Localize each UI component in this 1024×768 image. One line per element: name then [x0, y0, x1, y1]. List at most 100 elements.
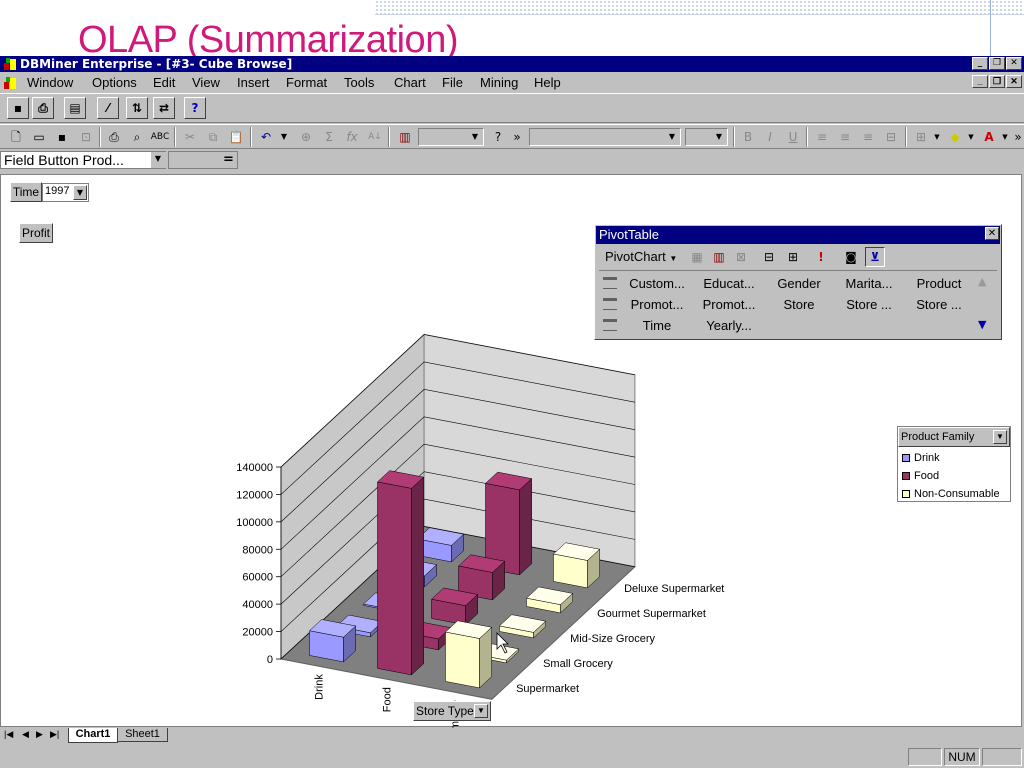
chevron-down-icon[interactable]: ▼ — [474, 704, 488, 718]
menu-view[interactable]: View — [192, 73, 220, 92]
function-icon[interactable]: fx — [342, 127, 362, 147]
undo-icon[interactable]: ↶ — [256, 127, 276, 147]
pivot-field-button[interactable]: Gender — [767, 276, 831, 292]
spelling-icon[interactable]: ABC — [150, 127, 170, 147]
minimize-button[interactable]: _ — [972, 57, 988, 70]
merge-icon[interactable]: ⊟ — [881, 127, 901, 147]
font-size-combo[interactable]: ▼ — [685, 128, 728, 146]
page-field-dropdown[interactable]: 1997 ▼ — [42, 183, 89, 202]
doc-close-button[interactable]: ✕ — [1006, 75, 1022, 88]
menu-edit[interactable]: Edit — [153, 73, 175, 92]
menu-format[interactable]: Format — [286, 73, 327, 92]
align-left-icon[interactable]: ≡ — [812, 127, 832, 147]
pivot-field-button[interactable]: Promot... — [697, 297, 761, 313]
autosum-icon[interactable]: Σ — [319, 127, 339, 147]
wizard-icon[interactable]: ⊠ — [731, 247, 751, 267]
doc-minimize-button[interactable]: _ — [972, 75, 988, 88]
italic-icon[interactable]: I — [760, 127, 780, 147]
hide-detail-icon[interactable]: ⊟ — [759, 247, 779, 267]
new-icon[interactable]: 🗋 — [6, 127, 26, 147]
chevron-down-icon[interactable]: ▼ — [274, 127, 294, 147]
chevron-down-icon[interactable]: ▼ — [927, 127, 947, 147]
format-report-icon[interactable]: ▦ — [687, 247, 707, 267]
copy-icon[interactable]: ⧉ — [203, 127, 223, 147]
sort-icon[interactable]: A↓ — [365, 127, 385, 147]
menu-mining[interactable]: Mining — [480, 73, 518, 92]
chevron-down-icon[interactable]: ▼ — [712, 130, 726, 144]
show-detail-icon[interactable]: ⊞ — [783, 247, 803, 267]
close-icon[interactable]: ✕ — [985, 227, 999, 240]
first-sheet-icon[interactable]: |◀ — [4, 729, 13, 740]
font-combo[interactable]: ▼ — [529, 128, 681, 146]
print-icon[interactable]: ⎙ — [104, 127, 124, 147]
menu-help[interactable]: Help — [534, 73, 561, 92]
pivot-field-button[interactable]: Store ... — [837, 297, 901, 313]
pivot-field-button[interactable]: Custom... — [625, 276, 689, 292]
pivot-field-button[interactable]: Store — [767, 297, 831, 313]
pivot-field-button[interactable]: Promot... — [625, 297, 689, 313]
next-sheet-icon[interactable]: ▶ — [36, 729, 43, 740]
pivot-field-button[interactable]: Marita... — [837, 276, 901, 292]
more-icon[interactable]: » — [507, 127, 527, 147]
chart-wizard-icon[interactable]: ▥ — [395, 127, 415, 147]
last-sheet-icon[interactable]: ▶| — [50, 729, 59, 740]
chevron-down-icon[interactable]: ▼ — [993, 430, 1007, 444]
pivot-field-button[interactable]: Store ... — [907, 297, 971, 313]
page-field-button[interactable]: Time — [10, 182, 42, 202]
pivot-chart-menu[interactable]: PivotChart ▼ — [599, 247, 679, 267]
cut-icon[interactable]: ✂ — [180, 127, 200, 147]
chevron-down-icon[interactable]: ▼ — [665, 130, 679, 144]
underline-icon[interactable]: U — [783, 127, 803, 147]
help-icon[interactable]: ? — [184, 97, 206, 119]
save-icon[interactable]: ▪ — [52, 127, 72, 147]
zoom-combo[interactable]: ▼ — [418, 128, 484, 146]
paste-icon[interactable]: 📋 — [226, 127, 246, 147]
scroll-up-icon[interactable]: ▲ — [978, 275, 986, 288]
align-center-icon[interactable]: ≡ — [835, 127, 855, 147]
menu-insert[interactable]: Insert — [237, 73, 270, 92]
preview-icon[interactable]: ⌕ — [127, 127, 147, 147]
help-icon[interactable]: ? — [488, 127, 508, 147]
chart-icon[interactable]: ▥ — [709, 247, 729, 267]
wand-icon[interactable]: ⁄ — [97, 97, 119, 119]
swap-icon[interactable]: ⇄ — [153, 97, 175, 119]
chevron-down-icon[interactable]: ▼ — [73, 185, 87, 200]
sheet-tab-chart1[interactable]: Chart1 — [68, 728, 118, 743]
grid-icon[interactable]: ▤ — [64, 97, 86, 119]
chevron-down-icon[interactable]: ▼ — [961, 127, 981, 147]
doc-restore-button[interactable]: ❐ — [989, 75, 1005, 88]
refresh-icon[interactable]: ! — [811, 247, 831, 267]
menu-file[interactable]: File — [442, 73, 463, 92]
field-list-icon[interactable]: ⊻ — [865, 247, 885, 267]
chevron-down-icon[interactable]: ▼ — [151, 152, 165, 166]
menu-options[interactable]: Options — [92, 73, 137, 92]
save-icon[interactable]: ▪ — [7, 97, 29, 119]
close-button[interactable]: ✕ — [1006, 57, 1022, 70]
pivot-field-button[interactable]: Educat... — [697, 276, 761, 292]
pivot-field-button[interactable]: Time — [625, 318, 689, 334]
field-settings-icon[interactable]: ◙ — [841, 247, 861, 267]
menu-window[interactable]: Window — [27, 73, 73, 92]
document-icon[interactable] — [3, 76, 17, 90]
open-icon[interactable]: ▭ — [29, 127, 49, 147]
menu-chart[interactable]: Chart — [394, 73, 426, 92]
legend-field-button[interactable]: Product Family ▼ — [898, 427, 1010, 447]
category-field-button[interactable]: Store Type ▼ — [413, 701, 491, 721]
name-box-dropdown[interactable]: ▼ — [151, 152, 166, 168]
chevron-down-icon[interactable]: ▼ — [468, 130, 482, 144]
more-icon[interactable]: » — [1008, 127, 1024, 147]
restore-button[interactable]: ❐ — [989, 57, 1005, 70]
data-field-button[interactable]: Profit — [19, 223, 53, 243]
print-icon[interactable]: ⎙ — [32, 97, 54, 119]
drill-icon[interactable]: ⇅ — [126, 97, 148, 119]
pivot-field-button[interactable]: Product — [907, 276, 971, 292]
scroll-down-icon[interactable]: ▼ — [978, 318, 986, 331]
hyperlink-icon[interactable]: ⊕ — [296, 127, 316, 147]
pivot-field-button[interactable]: Yearly... — [697, 318, 761, 334]
name-box[interactable]: Field Button Prod... — [0, 151, 166, 169]
align-right-icon[interactable]: ≡ — [858, 127, 878, 147]
sheet-tab-sheet1[interactable]: Sheet1 — [118, 728, 168, 742]
bold-icon[interactable]: B — [738, 127, 758, 147]
menu-tools[interactable]: Tools — [344, 73, 374, 92]
lock-icon[interactable]: ⊡ — [76, 127, 96, 147]
